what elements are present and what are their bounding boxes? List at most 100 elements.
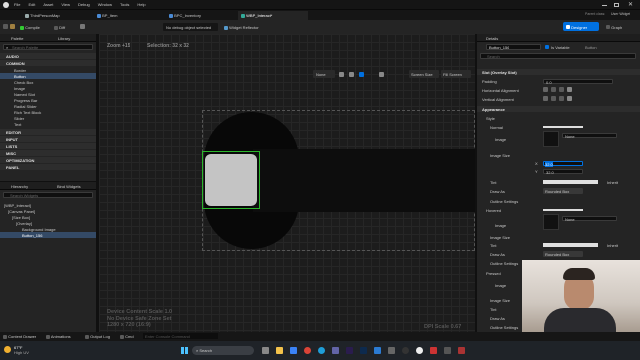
details-search-input[interactable]: Search xyxy=(480,53,636,59)
hovered-tint-swatch[interactable] xyxy=(543,243,598,247)
app-icon[interactable] xyxy=(430,347,437,354)
hierarchy-search-input[interactable]: Search Widgets xyxy=(3,192,93,198)
tab-bp-item[interactable]: BP_Item xyxy=(94,11,164,20)
fill-screen-button[interactable]: Fill Screen xyxy=(441,70,471,78)
appearance-section[interactable]: Appearance xyxy=(477,106,640,112)
normal-image-select[interactable]: None xyxy=(562,133,617,139)
explorer-icon[interactable] xyxy=(276,347,283,354)
tab-wbp-interact[interactable]: WBP_Interact* xyxy=(238,11,308,20)
slot-section[interactable]: Slot (Overlay Slot) xyxy=(477,69,640,75)
locale-icon[interactable] xyxy=(379,72,384,77)
windows-start-icon[interactable] xyxy=(181,347,188,354)
palette-item-text[interactable]: Text xyxy=(0,121,96,127)
play-icon[interactable] xyxy=(80,24,85,29)
vscode-icon[interactable] xyxy=(374,347,381,354)
compile-button[interactable]: Compile xyxy=(18,23,48,31)
grid-toggle-icon[interactable] xyxy=(359,72,364,77)
section-input[interactable]: INPUT xyxy=(0,136,96,142)
unreal-taskbar-icon[interactable] xyxy=(416,347,423,354)
output-log-button[interactable]: Output Log xyxy=(85,334,110,339)
diff-button[interactable]: Diff xyxy=(52,23,72,31)
obs-icon[interactable] xyxy=(402,347,409,354)
align-top-icon[interactable] xyxy=(543,96,548,101)
taskview-icon[interactable] xyxy=(262,347,269,354)
section-audio[interactable]: AUDIO xyxy=(0,53,96,59)
unreal-logo-icon[interactable] xyxy=(3,2,9,8)
palette-search-input[interactable]: ⌕ Search Palette xyxy=(3,44,93,50)
content-drawer-button[interactable]: Content Drawer xyxy=(3,334,36,339)
none-button[interactable]: None xyxy=(313,70,335,78)
cmd-select[interactable]: Cmd xyxy=(120,334,134,339)
bind-widgets-tab[interactable]: Bind Widgets xyxy=(57,184,81,189)
chrome-icon[interactable] xyxy=(304,347,311,354)
screen-size-button[interactable]: Screen Size xyxy=(409,70,439,78)
tab-bpc-inventory[interactable]: BPC_Inventory xyxy=(166,11,236,20)
app-icon[interactable] xyxy=(458,347,465,354)
hovered-image-thumb[interactable] xyxy=(543,214,559,230)
align-middle-icon[interactable] xyxy=(551,96,556,101)
hovered-image-select[interactable]: None xyxy=(562,216,617,222)
tint-inherit-label[interactable]: Inherit xyxy=(607,180,618,185)
save-icon[interactable] xyxy=(3,24,8,29)
tree-item-button[interactable]: Button_156 xyxy=(0,232,96,238)
menu-file[interactable]: File xyxy=(14,2,20,7)
tab-thirdpersonmap[interactable]: ThirdPersonMap xyxy=(22,11,92,20)
photoshop-icon[interactable] xyxy=(360,347,367,354)
console-input[interactable]: Enter Console Command xyxy=(143,333,218,339)
animations-button[interactable]: Animations xyxy=(46,334,71,339)
close-icon[interactable]: ✕ xyxy=(628,1,633,8)
style-row[interactable]: Style xyxy=(477,115,640,121)
align-vfill-icon[interactable] xyxy=(567,96,572,101)
size-y-input[interactable]: 32.0 xyxy=(543,169,583,175)
section-optimization[interactable]: OPTIMIZATION xyxy=(0,157,96,163)
draw-as-select[interactable]: Rounded Box xyxy=(543,188,583,194)
widget-reflector-button[interactable]: Widget Reflector xyxy=(222,23,262,31)
maximize-icon[interactable] xyxy=(614,3,619,7)
flow-icon[interactable] xyxy=(339,72,344,77)
parent-class-value[interactable]: User Widget xyxy=(611,12,630,16)
menu-debug[interactable]: Debug xyxy=(78,2,90,7)
hierarchy-tab[interactable]: Hierarchy xyxy=(11,184,28,189)
menu-window[interactable]: Window xyxy=(98,2,112,7)
section-editor[interactable]: EDITOR xyxy=(0,129,96,135)
app-icon[interactable] xyxy=(444,347,451,354)
align-left-icon[interactable] xyxy=(543,87,548,92)
hovered-draw-as-select[interactable]: Rounded Box xyxy=(543,251,583,257)
align-center-icon[interactable] xyxy=(551,87,556,92)
minimize-icon[interactable] xyxy=(602,5,607,6)
menu-edit[interactable]: Edit xyxy=(28,2,35,7)
app-icon[interactable] xyxy=(388,347,395,354)
store-icon[interactable] xyxy=(290,347,297,354)
outline-row[interactable]: Outline Settings xyxy=(477,198,640,204)
hovered-image-size-row[interactable]: Image Size xyxy=(477,234,640,240)
tint-color-swatch[interactable] xyxy=(543,180,598,184)
premiere-icon[interactable] xyxy=(346,347,353,354)
align-bottom-icon[interactable] xyxy=(559,96,564,101)
section-common[interactable]: COMMON xyxy=(0,60,96,66)
hovered-inherit-label[interactable]: Inherit xyxy=(607,243,618,248)
padding-input[interactable]: 0.0 xyxy=(543,79,613,85)
menu-view[interactable]: View xyxy=(61,2,70,7)
grid-snap-icon[interactable] xyxy=(349,72,354,77)
designer-button[interactable]: Designer xyxy=(563,22,599,31)
details-tab[interactable]: Details xyxy=(486,36,498,41)
menu-help[interactable]: Help xyxy=(137,2,145,7)
selected-button-widget[interactable] xyxy=(202,151,260,209)
palette-tab[interactable]: Palette xyxy=(11,36,23,41)
section-lists[interactable]: LISTS xyxy=(0,143,96,149)
teams-icon[interactable] xyxy=(332,347,339,354)
align-fill-icon[interactable] xyxy=(567,87,572,92)
variable-checkbox[interactable] xyxy=(545,45,549,49)
browse-icon[interactable] xyxy=(10,24,15,29)
size-x-input[interactable]: 32.0 xyxy=(543,161,583,167)
section-misc[interactable]: MISC xyxy=(0,150,96,156)
section-panel[interactable]: PANEL xyxy=(0,164,96,170)
menu-tools[interactable]: Tools xyxy=(120,2,129,7)
graph-button[interactable]: Graph xyxy=(603,22,633,31)
edge-icon[interactable] xyxy=(318,347,325,354)
widget-name-input[interactable]: Button_156 xyxy=(486,44,541,50)
h-align-buttons[interactable] xyxy=(543,87,572,92)
designer-viewport[interactable]: Zoom +15 Selection: 32 x 32 None Screen … xyxy=(99,34,475,332)
debug-object-select[interactable]: No debug object selected xyxy=(163,23,218,31)
library-tab[interactable]: Library xyxy=(58,36,70,41)
